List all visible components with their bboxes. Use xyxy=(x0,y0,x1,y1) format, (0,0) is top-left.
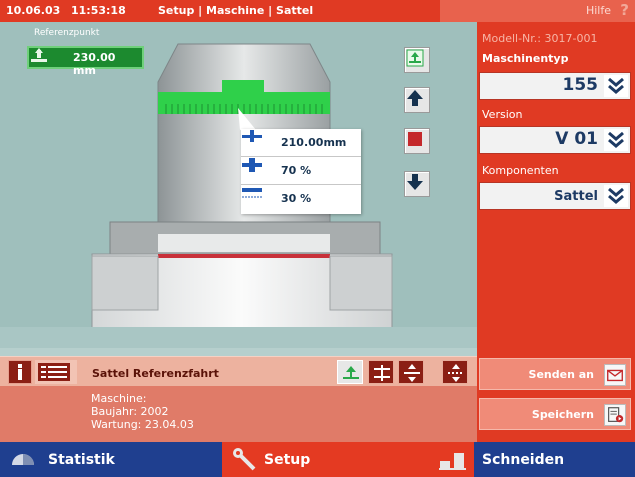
info-maintenance: Wartung: 23.04.03 xyxy=(91,418,194,431)
title-bar: 10.06.03 11:53:18 Setup | Maschine | Sat… xyxy=(0,0,635,22)
statistics-icon xyxy=(12,454,34,465)
version-value: V 01 xyxy=(555,129,598,149)
chevron-down-icon xyxy=(604,129,628,151)
send-button[interactable]: Senden an xyxy=(479,358,631,390)
breadcrumb: Setup | Maschine | Sattel xyxy=(158,4,314,17)
info-machine: Maschine: xyxy=(91,392,147,405)
popup-row-height[interactable]: 210.00mm xyxy=(241,129,361,157)
help-label: Hilfe xyxy=(585,4,611,17)
reference-icon xyxy=(406,49,424,67)
nav-setup-label: Setup xyxy=(264,452,311,468)
arrow-down-icon xyxy=(407,174,423,190)
info-button[interactable] xyxy=(8,360,32,384)
chevron-down-icon xyxy=(604,75,628,97)
maschinentyp-label: Maschinentyp xyxy=(482,52,569,65)
reference-tool-button[interactable] xyxy=(404,47,430,73)
save-button[interactable]: Speichern xyxy=(479,398,631,430)
info-icon xyxy=(18,364,22,380)
action-strip: Sattel Referenzfahrt xyxy=(0,356,477,386)
auto-mode-button[interactable] xyxy=(442,360,468,384)
nav-statistik-label: Statistik xyxy=(48,452,115,468)
reference-value: 230.00 mm xyxy=(73,51,116,77)
machine-info: Maschine: Baujahr: 2002 Wartung: 23.04.0… xyxy=(0,386,477,442)
mail-icon xyxy=(604,364,626,386)
stop-icon xyxy=(408,132,422,146)
popup-force-value: 70 % xyxy=(281,164,312,177)
reference-mode-button[interactable] xyxy=(337,360,363,384)
parameter-popup: 210.00mm 70 % 30 % xyxy=(241,129,361,214)
nav-schneiden-label: Schneiden xyxy=(482,452,565,468)
komponenten-select[interactable]: Sattel xyxy=(479,182,631,210)
maschinentyp-value: 155 xyxy=(562,75,599,95)
popup-row-speed[interactable]: 30 % xyxy=(241,185,361,213)
reference-mode-icon xyxy=(343,366,359,379)
chevron-down-icon xyxy=(604,185,628,207)
help-icon: ? xyxy=(620,1,629,19)
version-label: Version xyxy=(482,108,523,121)
move-down-button[interactable] xyxy=(404,171,430,197)
step-mode-icon xyxy=(374,365,390,381)
force-icon xyxy=(242,158,262,172)
nav-schneiden[interactable]: Schneiden xyxy=(439,442,635,477)
stop-button[interactable] xyxy=(404,128,430,154)
step-mode-button[interactable] xyxy=(368,360,394,384)
komponenten-label: Komponenten xyxy=(482,164,559,177)
date-display: 10.06.03 xyxy=(6,4,61,17)
height-icon xyxy=(242,130,262,142)
version-select[interactable]: V 01 xyxy=(479,126,631,154)
strip-title: Sattel Referenzfahrt xyxy=(92,367,219,380)
help-button[interactable]: Hilfe ? xyxy=(440,0,635,22)
reference-label: Referenzpunkt xyxy=(34,28,100,38)
right-panel: Modell-Nr.: 3017-001 Maschinentyp 155 Ve… xyxy=(477,22,635,442)
save-label: Speichern xyxy=(531,408,594,421)
nav-setup[interactable]: Setup xyxy=(222,442,474,477)
arrow-up-icon xyxy=(407,90,423,106)
auto-mode-icon xyxy=(448,364,464,382)
popup-speed-value: 30 % xyxy=(281,192,312,205)
jog-mode-button[interactable] xyxy=(398,360,424,384)
list-icon xyxy=(38,363,70,381)
time-display: 11:53:18 xyxy=(71,4,126,17)
model-number: Modell-Nr.: 3017-001 xyxy=(482,32,598,45)
popup-row-force[interactable]: 70 % xyxy=(241,157,361,185)
save-document-icon xyxy=(604,404,626,426)
reference-icon xyxy=(31,48,47,62)
send-label: Senden an xyxy=(528,368,594,381)
komponenten-value: Sattel xyxy=(554,189,598,204)
list-button[interactable] xyxy=(35,360,77,384)
move-up-button[interactable] xyxy=(404,87,430,113)
nav-statistik[interactable]: Statistik xyxy=(0,442,222,477)
bottom-navigation: Statistik Setup Schneiden xyxy=(0,442,635,477)
jog-mode-icon xyxy=(404,364,420,382)
wrench-icon xyxy=(233,448,256,471)
machine-view: Referenzpunkt 230.00 mm 210.00mm 70 % 30… xyxy=(0,22,477,356)
cutting-icon xyxy=(439,453,466,470)
speed-icon xyxy=(242,188,262,198)
popup-height-value: 210.00mm xyxy=(281,136,347,149)
reference-value-field[interactable]: 230.00 mm xyxy=(27,46,144,77)
maschinentyp-select[interactable]: 155 xyxy=(479,72,631,100)
info-year: Baujahr: 2002 xyxy=(91,405,169,418)
